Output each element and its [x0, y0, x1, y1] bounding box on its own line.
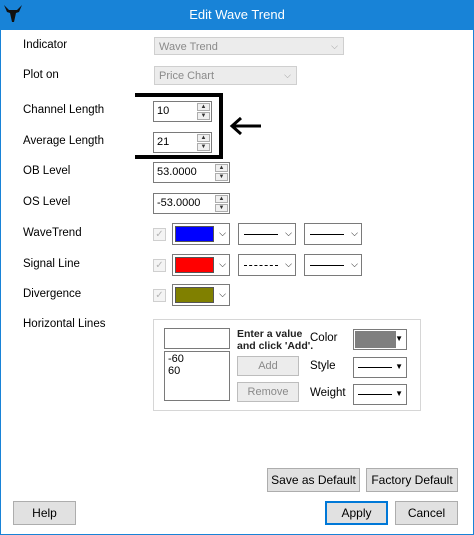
signal-line-checkbox[interactable]: ✓: [153, 259, 166, 272]
spin-up-button[interactable]: ▲: [215, 195, 228, 203]
factory-default-button[interactable]: Factory Default: [366, 468, 458, 492]
channel-length-spinner[interactable]: 10 ▲ ▼: [153, 101, 212, 122]
chevron-down-icon: ⌵: [331, 41, 338, 51]
horizontal-line-style-select[interactable]: ▼: [353, 357, 407, 378]
check-icon: ✓: [155, 229, 164, 240]
indicator-select[interactable]: Wave Trend ⌵: [154, 37, 344, 55]
plot-on-label: Plot on: [23, 69, 59, 81]
channel-length-value: 10: [157, 105, 170, 117]
wavetrend-checkbox[interactable]: ✓: [153, 228, 166, 241]
signal-line-weight-select[interactable]: ⌵: [304, 254, 362, 276]
wavetrend-color-swatch: [175, 226, 214, 242]
chevron-down-icon: ⌵: [284, 70, 291, 80]
ob-level-value: 53.0000: [157, 166, 197, 178]
horizontal-lines-list[interactable]: -60 60: [164, 351, 230, 401]
average-length-value: 21: [157, 136, 170, 148]
annotation-bracket-top: [135, 93, 223, 97]
spin-up-button[interactable]: ▲: [197, 103, 210, 111]
indicator-value: Wave Trend: [159, 41, 218, 53]
chevron-down-icon: ⌵: [285, 228, 292, 238]
check-icon: ✓: [155, 260, 164, 271]
plot-on-value: Price Chart: [159, 70, 215, 82]
help-button[interactable]: Help: [13, 501, 76, 525]
save-as-default-button[interactable]: Save as Default: [267, 468, 360, 492]
annotation-bracket-side: [219, 93, 223, 159]
remove-button[interactable]: Remove: [237, 382, 299, 402]
wavetrend-color-picker[interactable]: ⌵: [172, 223, 230, 245]
chevron-down-icon: ⌵: [351, 259, 358, 269]
horizontal-line-color-swatch: [355, 331, 396, 348]
plot-on-select[interactable]: Price Chart ⌵: [154, 66, 297, 85]
spin-up-button[interactable]: ▲: [215, 164, 228, 172]
dashed-line-icon: [244, 265, 278, 266]
spin-up-button[interactable]: ▲: [197, 134, 210, 142]
chevron-down-icon: ⌵: [219, 289, 226, 299]
solid-line-icon: [310, 234, 344, 235]
cancel-button[interactable]: Cancel: [395, 501, 458, 525]
signal-line-style-select[interactable]: ⌵: [238, 254, 296, 276]
signal-line-label: Signal Line: [23, 258, 80, 270]
chevron-down-icon: ▼: [395, 362, 403, 371]
add-button-label: Add: [258, 360, 278, 372]
os-level-value: -53.0000: [157, 197, 201, 209]
title-bar: Edit Wave Trend: [0, 0, 474, 30]
apply-button[interactable]: Apply: [325, 501, 388, 525]
spin-down-button[interactable]: ▼: [215, 204, 228, 212]
indicator-label: Indicator: [23, 39, 68, 51]
average-length-spinner[interactable]: 21 ▲ ▼: [153, 132, 212, 153]
ob-level-label: OB Level: [23, 165, 71, 177]
average-length-label: Average Length: [23, 135, 104, 147]
chevron-down-icon: ⌵: [219, 228, 226, 238]
signal-line-color-picker[interactable]: ⌵: [172, 254, 230, 276]
ob-level-spinner[interactable]: 53.0000 ▲ ▼: [153, 162, 230, 183]
chevron-down-icon: ▼: [395, 334, 403, 343]
chevron-down-icon: ⌵: [285, 259, 292, 269]
divergence-label: Divergence: [23, 288, 82, 300]
check-icon: ✓: [155, 290, 164, 301]
divergence-checkbox[interactable]: ✓: [153, 289, 166, 302]
horizontal-lines-label: Horizontal Lines: [23, 318, 106, 330]
horizontal-line-color-picker[interactable]: ▼: [353, 329, 407, 350]
solid-line-icon: [358, 367, 392, 368]
add-button[interactable]: Add: [237, 356, 299, 376]
os-level-spinner[interactable]: -53.0000 ▲ ▼: [153, 193, 230, 214]
wavetrend-weight-select[interactable]: ⌵: [304, 223, 362, 245]
horizontal-line-value-input[interactable]: [164, 328, 230, 349]
style-label: Style: [310, 360, 336, 372]
signal-line-color-swatch: [175, 257, 214, 273]
window-title: Edit Wave Trend: [189, 7, 285, 22]
os-level-label: OS Level: [23, 196, 71, 208]
arrow-left-icon: [229, 116, 261, 136]
list-item[interactable]: -60: [168, 353, 226, 365]
chevron-down-icon: ⌵: [219, 259, 226, 269]
divergence-color-swatch: [175, 287, 214, 303]
add-instructions-line1: Enter a value: [237, 328, 303, 340]
horizontal-line-weight-select[interactable]: ▼: [353, 384, 407, 405]
channel-length-label: Channel Length: [23, 104, 105, 116]
spin-down-button[interactable]: ▼: [197, 143, 210, 151]
solid-line-icon: [310, 265, 344, 266]
horizontal-lines-group: Enter a value and click 'Add'. -60 60 Ad…: [153, 319, 421, 411]
spin-down-button[interactable]: ▼: [197, 112, 210, 120]
chevron-down-icon: ▼: [395, 389, 403, 398]
wavetrend-label: WaveTrend: [23, 227, 82, 239]
solid-line-icon: [244, 234, 278, 235]
chevron-down-icon: ⌵: [351, 228, 358, 238]
divergence-color-picker[interactable]: ⌵: [172, 284, 230, 306]
window-border-left: [0, 30, 1, 535]
add-instructions-line2: and click 'Add'.: [237, 340, 314, 352]
color-label: Color: [310, 332, 338, 344]
spin-down-button[interactable]: ▼: [215, 173, 228, 181]
solid-line-icon: [358, 394, 392, 395]
weight-label: Weight: [310, 387, 346, 399]
annotation-bracket-bottom: [135, 155, 223, 159]
list-item[interactable]: 60: [168, 365, 226, 377]
remove-button-label: Remove: [247, 386, 289, 398]
wavetrend-style-select[interactable]: ⌵: [238, 223, 296, 245]
